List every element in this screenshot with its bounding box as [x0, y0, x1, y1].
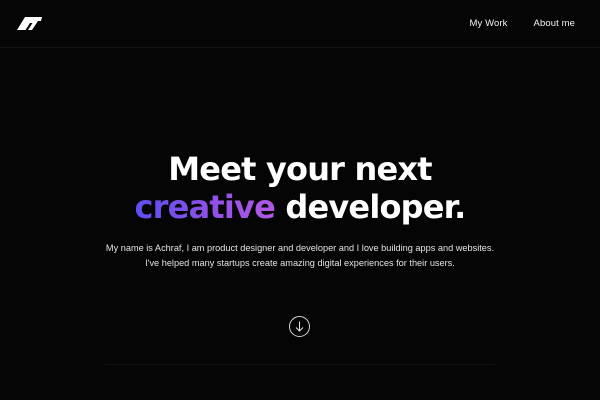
nav-link-my-work[interactable]: My Work	[470, 18, 508, 29]
hero-title-line1: Meet your next	[168, 150, 432, 188]
main-nav: My Work About me	[470, 18, 575, 29]
section-divider	[105, 364, 495, 365]
arrow-down-icon	[295, 321, 304, 332]
hero-description: My name is Achraf, I am product designer…	[0, 241, 600, 270]
hero-description-line1: My name is Achraf, I am product designer…	[105, 243, 495, 253]
hero-title-line2: developer.	[285, 188, 466, 226]
scroll-down-button[interactable]	[289, 316, 310, 337]
hero-description-line2: I've helped many startups create amazing…	[145, 257, 455, 268]
nav-link-about-me[interactable]: About me	[534, 18, 575, 29]
brand-logo-icon[interactable]	[17, 17, 43, 30]
hero-title: Meet your next creative developer.	[0, 150, 600, 226]
page: My Work About me Meet your next creative…	[0, 0, 600, 400]
hero-title-highlight: creative	[134, 188, 276, 226]
top-navbar: My Work About me	[0, 0, 600, 48]
